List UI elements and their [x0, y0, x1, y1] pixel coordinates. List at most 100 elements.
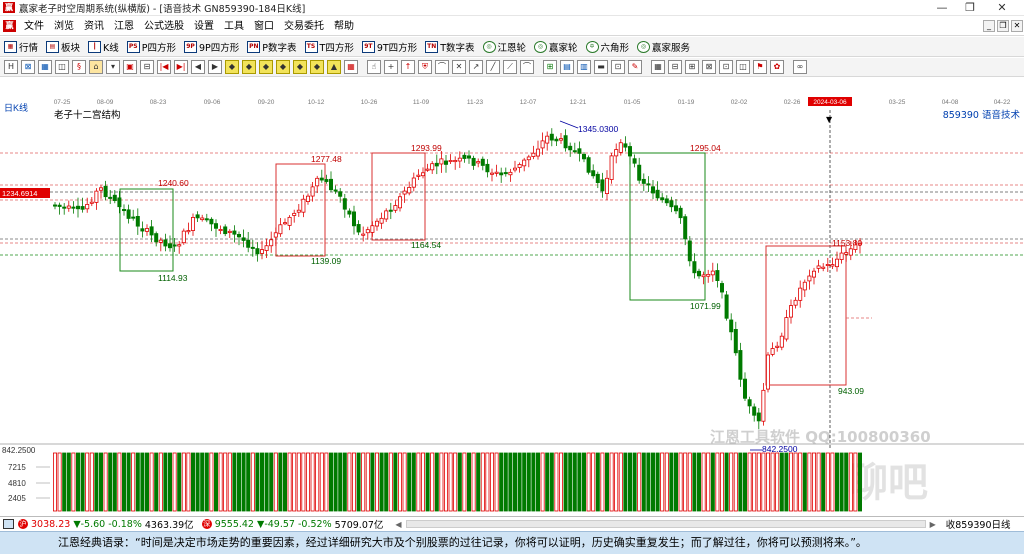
drawing-tool-29[interactable]: ╱ [486, 60, 500, 74]
9t-square-button[interactable]: 9T 9T四方形 [358, 37, 421, 57]
drawing-tool-5[interactable]: § [72, 60, 86, 74]
drawing-tool-21[interactable]: ▦ [344, 60, 358, 74]
menu-news[interactable]: 资讯 [79, 17, 109, 36]
menu-trade[interactable]: 交易委托 [279, 17, 329, 36]
drawing-tool-22[interactable]: ☝ [367, 60, 381, 74]
menu-browse[interactable]: 浏览 [49, 17, 79, 36]
menu-help[interactable]: 帮助 [329, 17, 359, 36]
drawing-tool-39[interactable]: ⊟ [668, 60, 682, 74]
service-button[interactable]: ◎ 赢家服务 [633, 37, 694, 57]
menu-file[interactable]: 文件 [19, 17, 49, 36]
candle-body [236, 233, 241, 238]
chart-area[interactable]: 07-25 08-09 08-23 09-06 09-20 10-12 10-26 11-09… [0, 78, 1024, 516]
drawing-tool-40[interactable]: ⊞ [685, 60, 699, 74]
drawing-tool-36[interactable]: ⊡ [611, 60, 625, 74]
sh-index-change: ▼-5.60 [73, 518, 106, 530]
drawing-tool-23[interactable]: + [384, 60, 398, 74]
drawing-tool-12[interactable]: ◀ [191, 60, 205, 74]
volume-bar [476, 452, 481, 512]
volume-bar [595, 452, 600, 512]
drawing-tool-2[interactable]: ⊠ [21, 60, 35, 74]
volume-bar [430, 452, 435, 512]
status-scroll-left[interactable]: ◀ [395, 520, 401, 529]
candle-body [577, 148, 582, 154]
drawing-tool-43[interactable]: ◫ [736, 60, 750, 74]
sector-button[interactable]: ▤ 板块 [42, 37, 84, 57]
drawing-tool-1[interactable]: H [4, 60, 18, 74]
drawing-tool-42[interactable]: ⊡ [719, 60, 733, 74]
drawing-tool-20[interactable]: ▲ [327, 60, 341, 74]
drawing-tool-14[interactable]: ◆ [225, 60, 239, 74]
quote-button[interactable]: ▦ 行情 [0, 37, 42, 57]
volume-bar [660, 452, 665, 512]
drawing-tool-6[interactable]: ⌂ [89, 60, 103, 74]
candle-body [250, 246, 255, 249]
drawing-tool-18[interactable]: ◆ [293, 60, 307, 74]
status-scroll-right[interactable]: ▶ [930, 520, 936, 529]
drawing-tool-25[interactable]: ⛨ [418, 60, 432, 74]
drawing-tool-11[interactable]: ▶| [174, 60, 188, 74]
volume-bar [131, 452, 136, 512]
drawing-tool-45[interactable]: ✿ [770, 60, 784, 74]
9p-square-button[interactable]: 9P 9P四方形 [180, 37, 243, 57]
drawing-tool-8[interactable]: ▣ [123, 60, 137, 74]
drawing-tool-3[interactable]: ▦ [38, 60, 52, 74]
drawing-tool-17[interactable]: ◆ [276, 60, 290, 74]
candle-body [259, 249, 264, 254]
drawing-tool-46[interactable]: ∞ [793, 60, 807, 74]
mdi-restore-icon[interactable]: ❐ [997, 20, 1009, 32]
t-number-button[interactable]: TN T数字表 [421, 37, 478, 57]
menu-app-icon[interactable]: 赢 [3, 20, 16, 32]
drawing-tool-15[interactable]: ◆ [242, 60, 256, 74]
drawing-tool-41[interactable]: ⊠ [702, 60, 716, 74]
9t-square-icon: 9T [361, 40, 375, 53]
candle-body [411, 177, 416, 188]
kline-chart[interactable]: 07-25 08-09 08-23 09-06 09-20 10-12 10-26 11-09… [0, 78, 1024, 516]
drawing-tool-4[interactable]: ◫ [55, 60, 69, 74]
status-scroll-track[interactable] [405, 520, 926, 528]
drawing-tool-9[interactable]: ⊟ [140, 60, 154, 74]
drawing-tool-19[interactable]: ◆ [310, 60, 324, 74]
kline-button[interactable]: ┃ K线 [84, 37, 123, 57]
drawing-tool-7[interactable]: ▾ [106, 60, 120, 74]
volume-bar [526, 452, 531, 512]
winner-wheel-button[interactable]: ◎ 赢家轮 [530, 37, 582, 57]
drawing-tool-26[interactable]: ⌒ [435, 60, 449, 74]
menu-gann[interactable]: 江恩 [109, 17, 139, 36]
drawing-tool-33[interactable]: ▤ [560, 60, 574, 74]
drawing-tool-27[interactable]: ✕ [452, 60, 466, 74]
drawing-tool-24[interactable]: ↑ [401, 60, 415, 74]
volume-bar [559, 452, 564, 512]
mdi-minimize-icon[interactable]: _ [983, 20, 995, 32]
t-square-button[interactable]: TS T四方形 [301, 37, 358, 57]
drawing-tool-10[interactable]: |◀ [157, 60, 171, 74]
p-square-button[interactable]: PS P四方形 [123, 37, 180, 57]
hexagon-button[interactable]: ✡ 六角形 [582, 37, 634, 57]
drawing-tool-32[interactable]: ⊞ [543, 60, 557, 74]
menu-formula[interactable]: 公式选股 [139, 17, 189, 36]
volume-bar [71, 452, 76, 512]
drawing-tool-30[interactable]: ⟋ [503, 60, 517, 74]
drawing-tool-37[interactable]: ✎ [628, 60, 642, 74]
menu-tools[interactable]: 工具 [219, 17, 249, 36]
drawing-tool-44[interactable]: ⚑ [753, 60, 767, 74]
status-menu-icon[interactable] [3, 519, 14, 529]
volume-bar [384, 452, 389, 512]
mdi-close-icon[interactable]: ✕ [1011, 20, 1023, 32]
p-number-button[interactable]: PN P数字表 [243, 37, 300, 57]
menu-window[interactable]: 窗口 [249, 17, 279, 36]
window-title: 赢家老子时空周期系统(纵横版) - [语音技术 GN859390-184日K线] [19, 3, 306, 15]
drawing-tool-31[interactable]: ⌒ [520, 60, 534, 74]
drawing-tool-13[interactable]: ▶ [208, 60, 222, 74]
drawing-tool-34[interactable]: ▥ [577, 60, 591, 74]
menu-settings[interactable]: 设置 [189, 17, 219, 36]
candle-body [407, 187, 412, 194]
drawing-tool-35[interactable]: ▬ [594, 60, 608, 74]
drawing-tool-38[interactable]: ▦ [651, 60, 665, 74]
drawing-tool-28[interactable]: ↗ [469, 60, 483, 74]
volume-bar [241, 452, 246, 512]
gann-wheel-button[interactable]: ◎ 江恩轮 [479, 37, 531, 57]
candle-body [209, 218, 214, 225]
close-icon[interactable]: ✕ [980, 0, 1024, 16]
drawing-tool-16[interactable]: ◆ [259, 60, 273, 74]
